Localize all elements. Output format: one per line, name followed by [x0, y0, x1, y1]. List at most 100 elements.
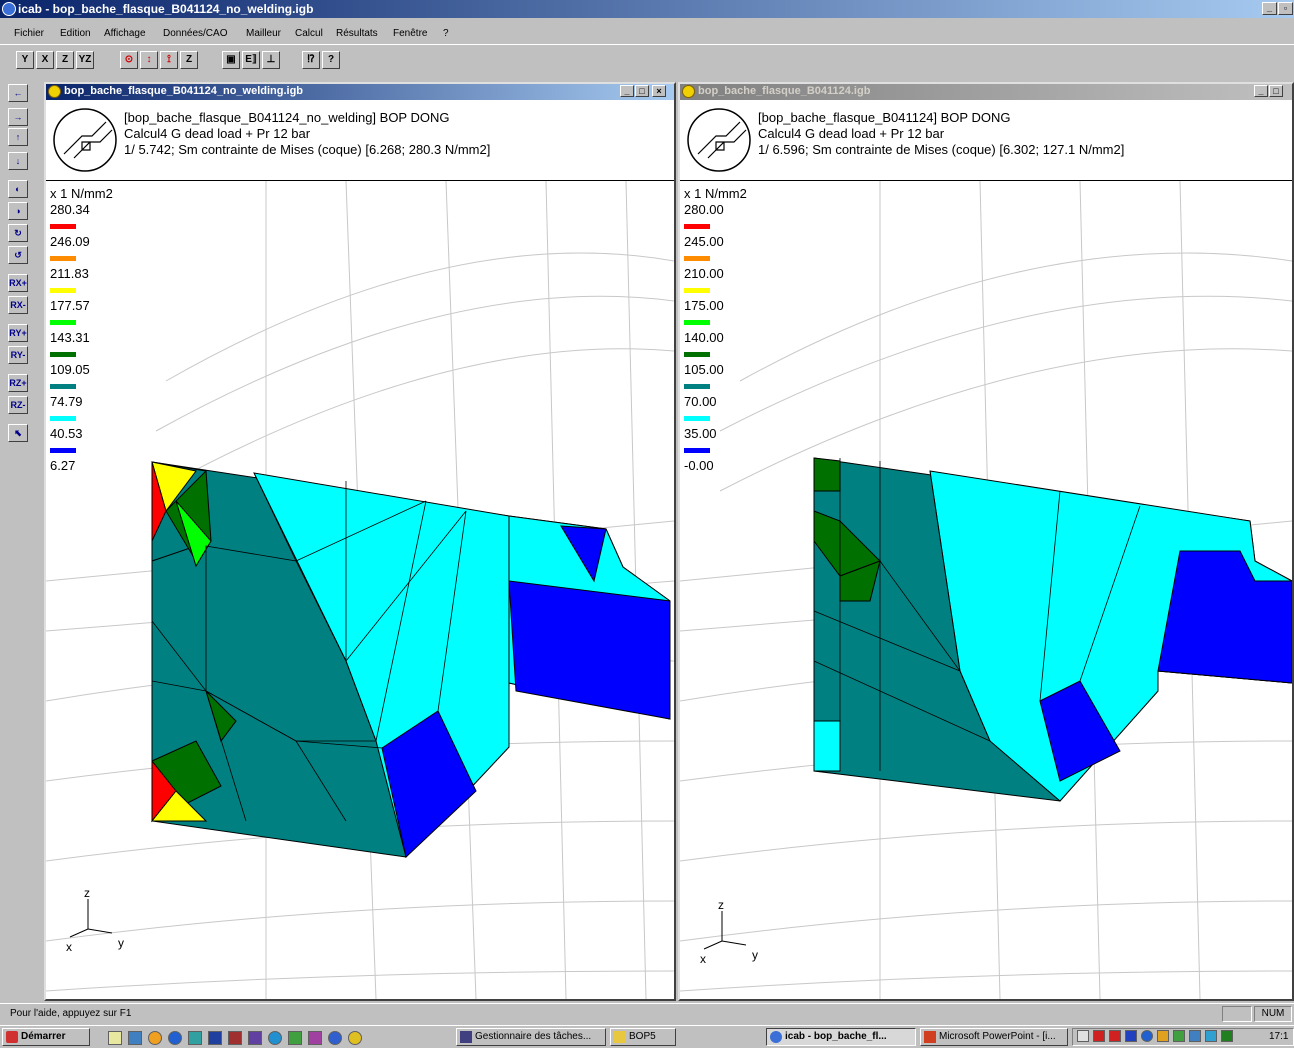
zoom-vertical-button[interactable]: ↕ — [140, 51, 158, 69]
app-icon — [2, 2, 16, 16]
tray-monitor-icon[interactable] — [1173, 1030, 1185, 1042]
quicklaunch-media-icon[interactable] — [268, 1031, 282, 1045]
system-tray: 17:1 — [1072, 1028, 1294, 1046]
start-button[interactable]: Démarrer — [2, 1028, 90, 1046]
child-close-button[interactable]: × — [652, 85, 666, 97]
menubar: Fichier Edition Affichage Données/CAO Ma… — [0, 18, 1294, 44]
view-z-button[interactable]: Z — [56, 51, 74, 69]
quicklaunch-network-icon[interactable] — [188, 1031, 202, 1045]
pan-up-button[interactable]: ↑ — [8, 128, 28, 146]
quicklaunch-desktop-icon[interactable] — [128, 1031, 142, 1045]
restore-button[interactable]: ▫ — [1278, 2, 1293, 15]
quicklaunch-app-icon[interactable] — [228, 1031, 242, 1045]
child-title-left: bop_bache_flasque_B041124_no_welding.igb — [64, 85, 304, 97]
element-button[interactable]: E⟧ — [242, 51, 260, 69]
rx-minus-button[interactable]: RX- — [8, 296, 28, 314]
tray-alert-icon[interactable] — [1093, 1030, 1105, 1042]
load-case-left: Calcul4 G dead load + Pr 12 bar — [124, 126, 311, 141]
pan-down-button[interactable]: ↓ — [8, 152, 28, 170]
quicklaunch-infinity-icon[interactable] — [308, 1031, 322, 1045]
view-yz-button[interactable]: YZ — [76, 51, 94, 69]
pan-left-button[interactable]: ← — [8, 84, 28, 102]
menu-calcul[interactable]: Calcul — [295, 28, 323, 39]
center-button[interactable]: ⊙ — [120, 51, 138, 69]
axis-x-right: x — [700, 952, 706, 966]
view-x-button[interactable]: X — [36, 51, 54, 69]
document-icon — [48, 85, 61, 98]
task-bop5[interactable]: BOP5 — [610, 1028, 676, 1046]
child-maximize-button[interactable]: □ — [1269, 85, 1283, 97]
rx-plus-button[interactable]: RX+ — [8, 274, 28, 292]
quicklaunch-browser-icon[interactable] — [148, 1031, 162, 1045]
rotate-left-button[interactable]: ◐ — [8, 180, 28, 198]
legend-unit-right: x 1 N/mm2 — [684, 186, 747, 201]
context-help-button[interactable]: ⁉ — [302, 51, 320, 69]
quicklaunch-word-icon[interactable] — [208, 1031, 222, 1045]
quicklaunch-icab-icon[interactable] — [348, 1031, 362, 1045]
rotate-cw-button[interactable]: ↻ — [8, 224, 28, 242]
legend-swatch-teal — [50, 384, 76, 389]
menu-fichier[interactable]: Fichier — [14, 28, 44, 39]
folder-icon — [614, 1031, 626, 1043]
frame-button[interactable]: ▣ — [222, 51, 240, 69]
child-maximize-button[interactable]: □ — [635, 85, 649, 97]
fe-mesh-view-left[interactable]: z x y — [46, 181, 674, 999]
legend-level-2: 211.83 — [50, 266, 89, 281]
menu-resultats[interactable]: Résultats — [336, 28, 378, 39]
menu-mailleur[interactable]: Mailleur — [246, 28, 281, 39]
legend-level-3: 177.57 — [50, 298, 90, 313]
child-window-reference[interactable]: bop_bache_flasque_B041124.igb _ □ [bop_b… — [678, 82, 1294, 1001]
menu-edition[interactable]: Edition — [60, 28, 91, 39]
rotate-ccw-button[interactable]: ↺ — [8, 246, 28, 264]
app-title: icab - bop_bache_flasque_B041124_no_weld… — [18, 2, 314, 16]
child-minimize-button[interactable]: _ — [1254, 85, 1268, 97]
quicklaunch-chart-icon[interactable] — [288, 1031, 302, 1045]
zoom-horizontal-button[interactable]: ⟟ — [160, 51, 178, 69]
child-titlebar-left[interactable]: bop_bache_flasque_B041124_no_welding.igb… — [46, 84, 674, 100]
task-label: Gestionnaire des tâches... — [475, 1031, 592, 1042]
legend-level-3: 175.00 — [684, 298, 724, 313]
quicklaunch-edit-icon[interactable] — [108, 1031, 122, 1045]
task-icab[interactable]: icab - bop_bache_fl... — [766, 1028, 916, 1046]
task-gestionnaire[interactable]: Gestionnaire des tâches... — [456, 1028, 606, 1046]
taskbar: Démarrer Gestionnaire des tâches... BOP5… — [0, 1025, 1294, 1048]
tray-language-icon[interactable] — [1125, 1030, 1137, 1042]
fe-mesh-view-right[interactable]: z x y — [680, 181, 1292, 999]
quicklaunch-globe-icon[interactable] — [328, 1031, 342, 1045]
tray-pen-icon[interactable] — [1205, 1030, 1217, 1042]
child-window-no-welding[interactable]: bop_bache_flasque_B041124_no_welding.igb… — [44, 82, 676, 1001]
ry-minus-button[interactable]: RY- — [8, 346, 28, 364]
task-powerpoint[interactable]: Microsoft PowerPoint - [i... — [920, 1028, 1068, 1046]
status-help-text: Pour l'aide, appuyez sur F1 — [10, 1008, 132, 1019]
help-button[interactable]: ? — [322, 51, 340, 69]
quicklaunch-tool-icon[interactable] — [248, 1031, 262, 1045]
pointer-button[interactable]: ⬉ — [8, 424, 28, 442]
menu-help[interactable]: ? — [443, 28, 449, 39]
tray-warning-icon[interactable] — [1109, 1030, 1121, 1042]
tray-green-icon[interactable] — [1221, 1030, 1233, 1042]
child-titlebar-right[interactable]: bop_bache_flasque_B041124.igb _ □ — [680, 84, 1292, 100]
tray-app-icon[interactable] — [1157, 1030, 1169, 1042]
legend-unit-left: x 1 N/mm2 — [50, 186, 113, 201]
child-minimize-button[interactable]: _ — [620, 85, 634, 97]
pan-right-button[interactable]: → — [8, 108, 28, 126]
support-button[interactable]: ⊥ — [262, 51, 280, 69]
quicklaunch-ie-icon[interactable] — [168, 1031, 182, 1045]
zoom-button[interactable]: Z — [180, 51, 198, 69]
axis-z-right: z — [718, 898, 724, 912]
menu-fenetre[interactable]: Fenêtre — [393, 28, 427, 39]
rz-minus-button[interactable]: RZ- — [8, 396, 28, 414]
view-y-button[interactable]: Y — [16, 51, 34, 69]
menu-affichage[interactable]: Affichage — [104, 28, 146, 39]
icab-icon — [770, 1031, 782, 1043]
rz-plus-button[interactable]: RZ+ — [8, 374, 28, 392]
legend-swatch-cyan — [684, 416, 710, 421]
rotate-right-button[interactable]: ◑ — [8, 202, 28, 220]
legend-level-5: 109.05 — [50, 362, 90, 377]
tray-network-icon[interactable] — [1141, 1030, 1153, 1042]
tray-volume-icon[interactable] — [1077, 1030, 1089, 1042]
menu-donnees-cao[interactable]: Données/CAO — [163, 28, 227, 39]
tray-connection-icon[interactable] — [1189, 1030, 1201, 1042]
minimize-button[interactable]: _ — [1262, 2, 1277, 15]
ry-plus-button[interactable]: RY+ — [8, 324, 28, 342]
